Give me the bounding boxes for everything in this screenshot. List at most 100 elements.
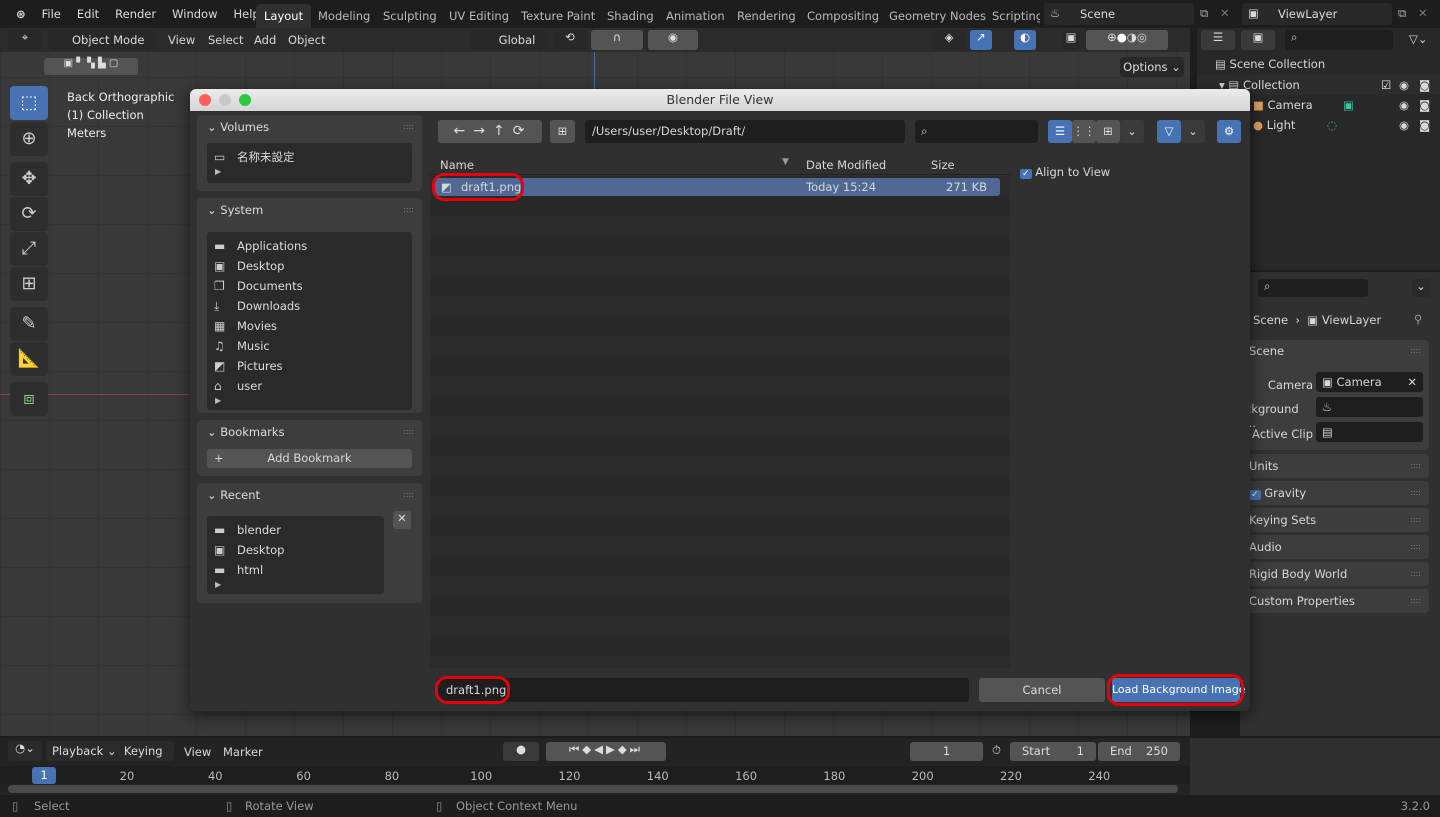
record-icon[interactable]: ● <box>503 742 539 761</box>
xray-icon[interactable]: ▣ <box>1062 30 1080 50</box>
tab-compositing[interactable]: Compositing <box>799 4 887 28</box>
sort-icon[interactable]: ▼ <box>782 157 789 167</box>
column-date-modified[interactable]: Date Modified <box>806 158 886 172</box>
panel-rigid-body-world[interactable]: Rigid Body World:::: <box>1245 562 1429 586</box>
recent-item[interactable]: ▬ blender <box>207 520 384 540</box>
overlay-icon[interactable]: ◐ <box>1014 30 1036 50</box>
view-layer-icon[interactable]: ▣ <box>1241 30 1275 50</box>
menu-file[interactable]: File <box>34 7 69 21</box>
dialog-titlebar[interactable]: Blender File View <box>190 89 1250 111</box>
expand-icon[interactable]: ▶ <box>207 580 384 589</box>
recent-header[interactable]: ⌄ Recent:::: <box>197 483 422 507</box>
system-item-downloads[interactable]: ⤓ Downloads <box>207 296 412 316</box>
panel-keying-sets[interactable]: Keying Sets:::: <box>1245 508 1429 532</box>
timeline-scrollbar[interactable] <box>8 785 1178 793</box>
refresh-icon[interactable]: ⟳ <box>513 123 533 139</box>
add-bookmark-button[interactable]: + Add Bookmark <box>207 449 412 468</box>
column-size[interactable]: Size <box>931 158 955 172</box>
blender-logo-icon[interactable]: ⊛ <box>8 7 34 21</box>
solid-icon[interactable]: ● <box>1117 30 1127 44</box>
playback-controls[interactable]: ⏮◆◀▶◆⏭ <box>546 742 666 761</box>
close-icon[interactable]: ✕ <box>1418 6 1428 20</box>
gravity-checkbox[interactable]: ✓ <box>1249 490 1261 500</box>
menu-object[interactable]: Object <box>288 33 325 47</box>
tab-sculpting[interactable]: Sculpting <box>375 4 445 28</box>
horizontal-list-icon[interactable]: ⋮⋮ <box>1072 120 1096 143</box>
material-icon[interactable]: ◑ <box>1127 30 1137 44</box>
gizmo-icon[interactable]: ↗ <box>970 30 992 50</box>
forward-icon[interactable]: → <box>473 123 493 139</box>
menu-view[interactable]: View <box>184 745 211 759</box>
scene-collection-row[interactable]: ▤ Scene Collection <box>1215 57 1325 71</box>
tab-shading[interactable]: Shading <box>599 4 662 28</box>
stopwatch-icon[interactable]: ⏱ <box>992 743 1001 758</box>
mode-selector[interactable]: Object Mode <box>48 30 156 50</box>
bookmarks-header[interactable]: ⌄ Bookmarks:::: <box>197 420 422 444</box>
properties-search-input[interactable]: ⌕ <box>1258 279 1368 297</box>
camera-render-icon[interactable]: ◙ <box>1419 75 1430 95</box>
grip-icon[interactable]: :::: <box>1410 454 1421 478</box>
menu-keying[interactable]: Keying <box>124 744 163 758</box>
chevron-down-icon[interactable]: ⌄ <box>1120 120 1144 143</box>
camera-render-icon[interactable]: ◙ <box>1419 115 1430 135</box>
chevron-down-icon[interactable]: ⌄ <box>1181 120 1205 143</box>
close-window-button[interactable] <box>199 94 211 106</box>
thumbnails-icon[interactable]: ⊞ <box>1096 120 1120 143</box>
transform-tool-icon[interactable]: ⊞ <box>10 267 48 301</box>
menu-select[interactable]: Select <box>208 33 243 47</box>
system-item-movies[interactable]: ▦ Movies <box>207 316 412 336</box>
eye-icon[interactable]: ◉ <box>1399 95 1409 115</box>
add-cube-tool-icon[interactable]: ⧈ <box>10 382 48 416</box>
system-item-user[interactable]: ⌂ user <box>207 376 412 396</box>
system-item-desktop[interactable]: ▣ Desktop <box>207 256 412 276</box>
cursor-tool-icon[interactable]: ⊕ <box>10 122 48 156</box>
menu-edit[interactable]: Edit <box>69 7 107 21</box>
grip-icon[interactable]: :::: <box>1410 346 1421 355</box>
background-scene-field[interactable]: ♨ <box>1316 397 1423 417</box>
pin-icon[interactable]: ⚲ <box>1414 312 1422 326</box>
system-item-music[interactable]: ♫ Music <box>207 336 412 356</box>
panel-audio[interactable]: Audio:::: <box>1245 535 1429 559</box>
camera-render-icon[interactable]: ◙ <box>1419 95 1430 115</box>
clear-icon[interactable]: ✕ <box>1407 372 1417 392</box>
checkbox-icon[interactable]: ☑ <box>1381 75 1391 95</box>
file-search-input[interactable]: ⌕ <box>915 120 1038 143</box>
end-frame-field[interactable]: End 250 <box>1098 742 1180 761</box>
options-button[interactable]: Options ⌄ <box>1120 57 1184 77</box>
tab-texture-paint[interactable]: Texture Paint <box>513 4 603 28</box>
grip-icon[interactable]: :::: <box>1410 535 1421 559</box>
tab-animation[interactable]: Animation <box>658 4 733 28</box>
parent-directory-icon[interactable]: ↑ <box>493 123 513 139</box>
filter-icon[interactable]: ▽⌄ <box>1409 32 1427 46</box>
camera-field[interactable]: ▣ Camera ✕ <box>1316 372 1423 392</box>
outliner-search-input[interactable]: ⌕ <box>1285 30 1393 50</box>
snap-icon[interactable]: ∩ <box>591 30 643 50</box>
expand-icon[interactable]: ▶ <box>207 167 412 177</box>
start-frame-field[interactable]: Start 1 <box>1010 742 1096 761</box>
grip-icon[interactable]: :::: <box>1410 508 1421 532</box>
recent-item[interactable]: ▣ Desktop <box>207 540 384 560</box>
tab-rendering[interactable]: Rendering <box>729 4 804 28</box>
grip-icon[interactable]: :::: <box>1410 562 1421 586</box>
view-layer-selector[interactable]: ViewLayer <box>1242 3 1392 25</box>
cancel-button[interactable]: Cancel <box>979 678 1105 702</box>
select-box-tool-icon[interactable]: ⬚ <box>10 86 48 120</box>
menu-render[interactable]: Render <box>107 7 164 21</box>
scene-selector[interactable]: Scene <box>1044 3 1194 25</box>
current-frame-field[interactable]: 1 <box>910 742 983 761</box>
rotate-tool-icon[interactable]: ⟳ <box>10 197 48 231</box>
file-list[interactable]: ◩ draft1.png Today 15:24 271 KB <box>430 176 1010 668</box>
volume-item[interactable]: ▭ 名称未設定 <box>207 147 412 167</box>
menu-playback[interactable]: Playback <box>52 744 103 758</box>
panel-gravity[interactable]: ✓ Gravity:::: <box>1245 481 1429 505</box>
visibility-icon[interactable]: ◈ <box>932 30 966 50</box>
filter-icon[interactable]: ▽ <box>1157 120 1181 143</box>
tab-modeling[interactable]: Modeling <box>310 4 378 28</box>
eye-icon[interactable]: ◉ <box>1399 75 1409 95</box>
system-item-documents[interactable]: ❐ Documents <box>207 276 412 296</box>
menu-marker[interactable]: Marker <box>223 745 263 759</box>
rendered-icon[interactable]: ◎ <box>1137 30 1147 44</box>
clear-recent-icon[interactable]: ✕ <box>393 511 411 529</box>
display-mode-icon[interactable]: ☰ <box>1201 30 1235 50</box>
panel-title[interactable]: Scene <box>1245 340 1429 358</box>
